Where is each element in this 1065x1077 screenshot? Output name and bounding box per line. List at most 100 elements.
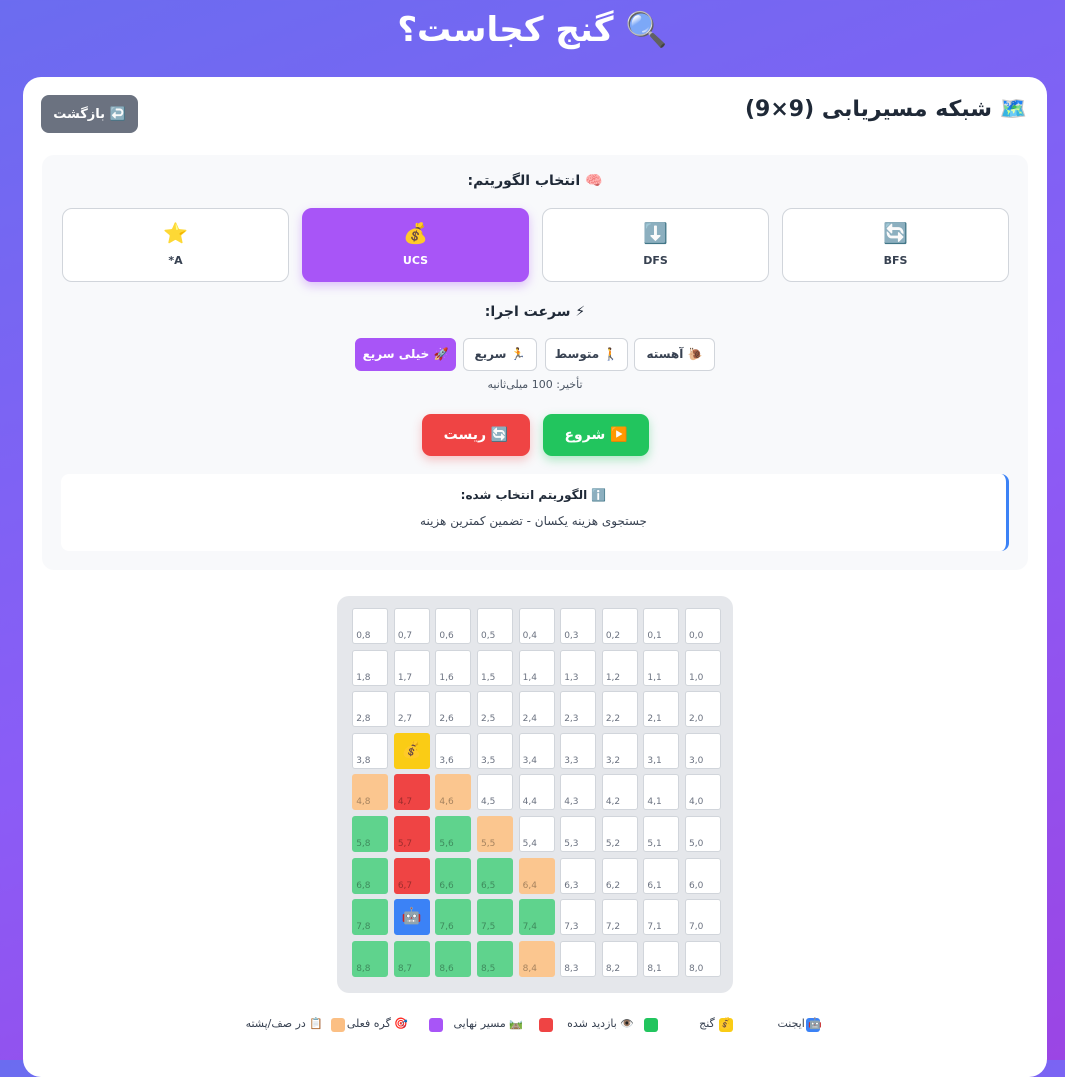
speed-fast-button[interactable]: 🏃 سریع [463, 338, 537, 371]
cell-coordinate: 6,6 [439, 880, 454, 891]
grid-cell-6-7[interactable]: 6,7 [393, 857, 430, 894]
grid-cell-8-4[interactable]: 8,4 [518, 940, 555, 977]
speed-slow-button[interactable]: 🐌 آهسته [634, 338, 715, 371]
grid-cell-2-3[interactable]: 2,3 [560, 691, 597, 728]
speed-medium-button[interactable]: 🚶 متوسط [545, 338, 628, 371]
grid-cell-5-8[interactable]: 5,8 [352, 816, 389, 852]
grid-cell-7-5[interactable]: 7,5 [477, 899, 513, 936]
grid-cell-8-2[interactable]: 8,2 [601, 940, 638, 977]
grid-cell-1-0[interactable]: 1,0 [685, 649, 721, 686]
cell-coordinate: 0,5 [481, 631, 496, 641]
algorithm-label: BFS [883, 254, 908, 267]
grid-cell-2-6[interactable]: 2,6 [435, 691, 472, 728]
grid-cell-0-6[interactable]: 0,6 [435, 608, 472, 644]
grid-cell-8-1[interactable]: 8,1 [643, 940, 680, 977]
start-button[interactable]: ▶️ شروع [543, 414, 649, 456]
grid-cell-0-4[interactable]: 0,4 [518, 608, 555, 644]
grid-cell-8-6[interactable]: 8,6 [435, 940, 472, 977]
grid-cell-2-0[interactable]: 2,0 [685, 691, 721, 728]
grid-cell-7-3[interactable]: 7,3 [560, 899, 597, 936]
grid-cell-5-4[interactable]: 5,4 [518, 816, 555, 852]
grid-cell-4-0[interactable]: 4,0 [685, 774, 721, 811]
grid-cell-4-4[interactable]: 4,4 [518, 774, 555, 811]
grid-cell-5-0[interactable]: 5,0 [685, 816, 721, 852]
grid-cell-5-2[interactable]: 5,2 [601, 816, 638, 852]
grid-cell-8-3[interactable]: 8,3 [560, 940, 597, 977]
algorithm-card-astar[interactable]: ⭐ A* [62, 208, 289, 282]
grid-cell-3-5[interactable]: 3,5 [477, 732, 513, 769]
grid-cell-8-7[interactable]: 8,7 [393, 940, 430, 977]
grid-cell-6-4[interactable]: 6,4 [518, 857, 555, 894]
speed-very-fast-button[interactable]: 🚀 خیلی سریع [355, 338, 456, 371]
grid-cell-0-8[interactable]: 0,8 [352, 608, 389, 644]
grid-cell-8-8[interactable]: 8,8 [352, 940, 389, 977]
grid-cell-7-1[interactable]: 7,1 [643, 899, 680, 936]
grid-cell-4-1[interactable]: 4,1 [643, 774, 680, 811]
grid-cell-7-2[interactable]: 7,2 [601, 899, 638, 936]
algorithm-card-ucs[interactable]: 💰 UCS [302, 208, 529, 282]
grid-cell-6-3[interactable]: 6,3 [560, 857, 597, 894]
grid-cell-4-7[interactable]: 4,7 [393, 774, 430, 811]
grid-cell-2-2[interactable]: 2,2 [601, 691, 638, 728]
grid-cell-6-6[interactable]: 6,6 [435, 857, 472, 894]
grid-cell-4-5[interactable]: 4,5 [477, 774, 513, 811]
grid-cell-0-0[interactable]: 0,0 [685, 608, 721, 644]
grid-cell-1-2[interactable]: 1,2 [601, 649, 638, 686]
cell-coordinate: 3,5 [481, 755, 496, 766]
grid-cell-8-0[interactable]: 8,0 [685, 940, 721, 977]
grid-cell-5-1[interactable]: 5,1 [643, 816, 680, 852]
grid-cell-0-5[interactable]: 0,5 [477, 608, 513, 644]
grid-cell-6-8[interactable]: 6,8 [352, 857, 389, 894]
reset-button[interactable]: 🔄 ریست [422, 414, 530, 456]
grid-cell-1-3[interactable]: 1,3 [560, 649, 597, 686]
refresh-icon: 🔄 [883, 221, 908, 245]
grid-cell-4-2[interactable]: 4,2 [601, 774, 638, 811]
cell-coordinate: 5,8 [356, 839, 371, 849]
grid-cell-1-1[interactable]: 1,1 [643, 649, 680, 686]
grid-cell-3-8[interactable]: 3,8 [352, 732, 389, 769]
grid-cell-4-8[interactable]: 4,8 [352, 774, 389, 811]
grid-cell-1-5[interactable]: 1,5 [477, 649, 513, 686]
grid-cell-1-6[interactable]: 1,6 [435, 649, 472, 686]
grid-cell-8-5[interactable]: 8,5 [477, 940, 513, 977]
grid-cell-0-1[interactable]: 0,1 [643, 608, 680, 644]
grid-cell-1-4[interactable]: 1,4 [518, 649, 555, 686]
grid-cell-5-6[interactable]: 5,6 [435, 816, 472, 852]
grid-cell-7-4[interactable]: 7,4 [518, 899, 555, 936]
grid-cell-4-6[interactable]: 4,6 [435, 774, 472, 811]
grid-cell-7-6[interactable]: 7,6 [435, 899, 472, 936]
grid-cell-3-6[interactable]: 3,6 [435, 732, 472, 769]
grid-cell-0-2[interactable]: 0,2 [601, 608, 638, 644]
grid-cell-0-7[interactable]: 0,7 [393, 608, 430, 644]
grid-cell-1-7[interactable]: 1,7 [393, 649, 430, 686]
grid-cell-6-1[interactable]: 6,1 [643, 857, 680, 894]
grid-cell-2-8[interactable]: 2,8 [352, 691, 389, 728]
grid-cell-2-4[interactable]: 2,4 [518, 691, 555, 728]
grid-cell-2-7[interactable]: 2,7 [393, 691, 430, 728]
grid-cell-6-0[interactable]: 6,0 [685, 857, 721, 894]
algorithm-card-bfs[interactable]: 🔄 BFS [782, 208, 1009, 282]
grid-cell-3-3[interactable]: 3,3 [560, 732, 597, 769]
grid-cell-7-7[interactable]: 🤖 [393, 899, 430, 936]
algorithm-card-dfs[interactable]: ⬇️ DFS [542, 208, 769, 282]
grid-cell-2-5[interactable]: 2,5 [477, 691, 513, 728]
back-button[interactable]: ↩️ بازگشت [41, 95, 138, 133]
grid-cell-3-4[interactable]: 3,4 [518, 732, 555, 769]
grid-cell-7-0[interactable]: 7,0 [685, 899, 721, 936]
grid-cell-3-2[interactable]: 3,2 [601, 732, 638, 769]
grid-cell-5-7[interactable]: 5,7 [393, 816, 430, 852]
grid-cell-3-7[interactable]: 💰 [393, 732, 430, 769]
cell-coordinate: 0,1 [647, 631, 662, 641]
cell-coordinate: 4,8 [356, 797, 371, 808]
grid-cell-6-2[interactable]: 6,2 [601, 857, 638, 894]
grid-cell-6-5[interactable]: 6,5 [477, 857, 513, 894]
grid-cell-0-3[interactable]: 0,3 [560, 608, 597, 644]
grid-cell-2-1[interactable]: 2,1 [643, 691, 680, 728]
grid-cell-3-0[interactable]: 3,0 [685, 732, 721, 769]
grid-cell-4-3[interactable]: 4,3 [560, 774, 597, 811]
grid-cell-1-8[interactable]: 1,8 [352, 649, 389, 686]
grid-cell-5-5[interactable]: 5,5 [477, 816, 513, 852]
grid-cell-5-3[interactable]: 5,3 [560, 816, 597, 852]
grid-cell-3-1[interactable]: 3,1 [643, 732, 680, 769]
grid-cell-7-8[interactable]: 7,8 [352, 899, 389, 936]
